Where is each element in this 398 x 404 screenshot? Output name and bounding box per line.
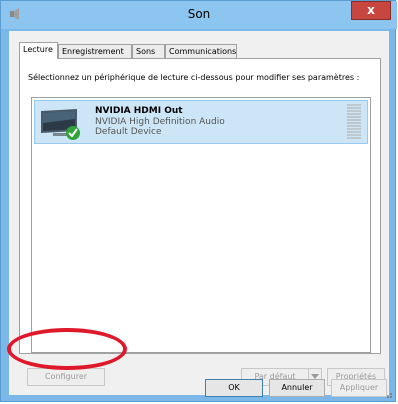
highlight-oval: [7, 328, 127, 370]
device-description: NVIDIA High Definition Audio: [95, 117, 225, 127]
resize-grip-icon[interactable]: [383, 389, 393, 399]
instruction-text: Sélectionnez un périphérique de lecture …: [28, 73, 360, 82]
tab-lecture[interactable]: Lecture: [19, 42, 58, 59]
device-name: NVIDIA HDMI Out: [95, 106, 183, 116]
tab-communications[interactable]: Communications: [165, 44, 237, 58]
cancel-button[interactable]: Annuler: [269, 379, 325, 397]
window-title: Son: [187, 7, 211, 21]
title-bar[interactable]: Son x: [1, 1, 397, 29]
apply-button[interactable]: Appliquer: [331, 379, 387, 397]
dialog-body: Lecture Enregistrement Sons Communicatio…: [7, 31, 389, 397]
sound-dialog: Son x Lecture Enregistrement Sons Commun…: [0, 0, 397, 402]
monitor-icon: [41, 109, 80, 140]
device-item[interactable]: NVIDIA HDMI Out NVIDIA High Definition A…: [34, 100, 368, 144]
device-status: Default Device: [95, 127, 162, 137]
close-button[interactable]: x: [351, 1, 391, 20]
ok-button[interactable]: OK: [205, 379, 263, 397]
configure-button[interactable]: Configurer: [27, 368, 105, 386]
device-list[interactable]: NVIDIA HDMI Out NVIDIA High Definition A…: [31, 97, 371, 353]
playback-panel: Sélectionnez un périphérique de lecture …: [19, 58, 381, 354]
tab-sons[interactable]: Sons: [132, 44, 165, 58]
volume-meter: [347, 104, 361, 140]
tab-enregistrement[interactable]: Enregistrement: [58, 44, 132, 58]
